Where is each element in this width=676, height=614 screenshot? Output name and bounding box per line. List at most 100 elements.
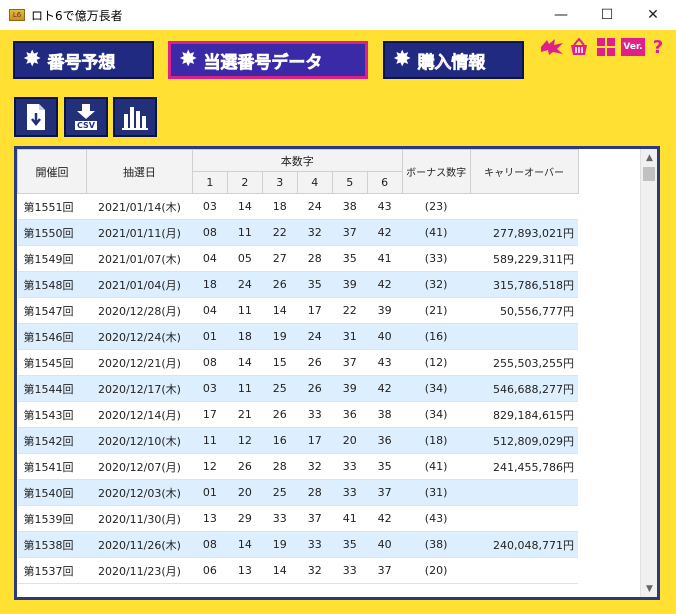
help-icon[interactable]: ? — [650, 36, 666, 58]
cell-number: 13 — [227, 557, 263, 584]
table-row[interactable]: 第1539回 2020/11/30(月) 13 29 33 37 41 42 (43) — [17, 505, 640, 532]
cell-number: 12 — [227, 427, 263, 454]
table-row[interactable]: 第1547回 2020/12/28(月) 04 11 14 17 22 39 (21) 50,55… — [17, 297, 640, 324]
cell-filler — [578, 323, 640, 350]
cell-number: 03 — [192, 375, 228, 402]
version-button[interactable]: Ver. — [621, 38, 645, 56]
cell-number: 14 — [227, 531, 263, 558]
table-row[interactable]: 第1546回 2020/12/24(木) 01 18 19 24 31 40 (16) — [17, 323, 640, 350]
cell-bonus: (41) — [402, 219, 471, 246]
cell-number: 25 — [262, 479, 298, 506]
cell-draw: 第1538回 — [17, 531, 87, 558]
table-row[interactable]: 第1551回 2021/01/14(木) 03 14 18 24 38 43 (23) — [17, 193, 640, 220]
header-number-2[interactable]: 2 — [226, 171, 263, 194]
cell-number: 17 — [297, 297, 333, 324]
grid-menu-icon[interactable] — [595, 36, 617, 58]
cell-number: 35 — [332, 531, 368, 558]
cell-date: 2020/11/26(木) — [86, 531, 193, 558]
csv-label: CSV — [75, 121, 97, 130]
cell-number: 29 — [227, 505, 263, 532]
cell-number: 31 — [332, 323, 368, 350]
cell-filler — [578, 427, 640, 454]
cell-number: 39 — [367, 297, 403, 324]
table-row[interactable]: 第1544回 2020/12/17(木) 03 11 25 26 39 42 (34) 546,6… — [17, 375, 640, 402]
cell-date: 2020/12/14(月) — [86, 401, 193, 428]
cell-draw: 第1548回 — [17, 271, 87, 298]
cell-carryover: 829,184,615円 — [470, 401, 579, 428]
export-file-button[interactable] — [14, 97, 58, 137]
bar-chart-icon — [122, 107, 148, 130]
maximize-button[interactable]: ☐ — [584, 0, 630, 30]
splash-icon[interactable] — [538, 36, 566, 58]
winning-data-panel: 開催回 抽選日 本数字 ボーナス数字 キャリーオーバー 1 2 3 4 5 6 … — [14, 146, 660, 600]
header-number-3[interactable]: 3 — [261, 171, 298, 194]
scroll-down-icon[interactable]: ▼ — [641, 580, 657, 597]
cell-bonus: (34) — [402, 375, 471, 402]
table-row[interactable]: 第1550回 2021/01/11(月) 08 11 22 32 37 42 (41) 277,8… — [17, 219, 640, 246]
cell-number: 33 — [297, 401, 333, 428]
cell-date: 2020/12/07(月) — [86, 453, 193, 480]
table-row[interactable]: 第1549回 2021/01/07(木) 04 05 27 28 35 41 (33) 589,2… — [17, 245, 640, 272]
table-row[interactable]: 第1548回 2021/01/04(月) 18 24 26 35 39 42 (32) 315,7… — [17, 271, 640, 298]
table-row[interactable]: 第1537回 2020/11/23(月) 06 13 14 32 33 37 (20) — [17, 557, 640, 584]
cell-number: 05 — [227, 245, 263, 272]
cell-draw: 第1549回 — [17, 245, 87, 272]
cell-number: 21 — [227, 401, 263, 428]
cell-number: 33 — [332, 453, 368, 480]
cell-number: 35 — [367, 453, 403, 480]
header-date[interactable]: 抽選日 — [85, 149, 193, 194]
cell-number: 24 — [297, 193, 333, 220]
cell-filler — [578, 375, 640, 402]
cell-number: 42 — [367, 505, 403, 532]
cell-filler — [578, 245, 640, 272]
winning-data-table: 開催回 抽選日 本数字 ボーナス数字 キャリーオーバー 1 2 3 4 5 6 … — [17, 149, 640, 584]
cell-number: 18 — [262, 193, 298, 220]
cell-number: 18 — [192, 271, 228, 298]
cell-number: 37 — [367, 557, 403, 584]
cell-bonus: (20) — [402, 557, 471, 584]
header-bonus[interactable]: ボーナス数字 — [401, 149, 471, 194]
close-button[interactable]: ✕ — [630, 0, 676, 30]
header-number-4[interactable]: 4 — [296, 171, 333, 194]
cell-carryover: 241,455,786円 — [470, 453, 579, 480]
cell-number: 08 — [192, 219, 228, 246]
header-draw[interactable]: 開催回 — [17, 149, 87, 194]
vertical-scrollbar[interactable]: ▲ ▼ — [640, 149, 657, 597]
scroll-thumb[interactable] — [643, 167, 655, 181]
header-number-5[interactable]: 5 — [331, 171, 368, 194]
table-row[interactable]: 第1538回 2020/11/26(木) 08 14 19 33 35 40 (38) 240,0… — [17, 531, 640, 558]
cell-number: 26 — [297, 375, 333, 402]
cell-date: 2021/01/04(月) — [86, 271, 193, 298]
minimize-button[interactable]: — — [538, 0, 584, 30]
cell-number: 41 — [367, 245, 403, 272]
cell-number: 38 — [367, 401, 403, 428]
cell-filler — [578, 453, 640, 480]
cell-filler — [578, 505, 640, 532]
window-title: ロト6で億万長者 — [31, 8, 123, 23]
cell-number: 38 — [332, 193, 368, 220]
basket-icon[interactable] — [566, 36, 592, 58]
cell-draw: 第1537回 — [17, 557, 87, 584]
nav-purchase-info-button[interactable]: ✸ 購入情報 — [383, 41, 524, 79]
header-main-numbers[interactable]: 本数字 — [191, 149, 403, 172]
header-number-6[interactable]: 6 — [366, 171, 403, 194]
header-number-1[interactable]: 1 — [191, 171, 228, 194]
table-row[interactable]: 第1542回 2020/12/10(木) 11 12 16 17 20 36 (18) 512,8… — [17, 427, 640, 454]
table-row[interactable]: 第1540回 2020/12/03(木) 01 20 25 28 33 37 (31) — [17, 479, 640, 506]
scroll-up-icon[interactable]: ▲ — [641, 149, 657, 166]
table-row[interactable]: 第1543回 2020/12/14(月) 17 21 26 33 36 38 (34) 829,1… — [17, 401, 640, 428]
nav-winning-data-button[interactable]: ✸ 当選番号データ — [168, 41, 368, 79]
nav-prediction-button[interactable]: ✸ 番号予想 — [13, 41, 154, 79]
table-row[interactable]: 第1541回 2020/12/07(月) 12 26 28 32 33 35 (41) 241,4… — [17, 453, 640, 480]
cell-number: 35 — [297, 271, 333, 298]
cell-number: 28 — [297, 245, 333, 272]
cell-number: 17 — [297, 427, 333, 454]
cell-bonus: (16) — [402, 323, 471, 350]
cell-number: 33 — [332, 479, 368, 506]
cell-number: 16 — [262, 427, 298, 454]
statistics-chart-button[interactable] — [113, 97, 157, 137]
csv-download-button[interactable]: CSV — [64, 97, 108, 137]
table-row[interactable]: 第1545回 2020/12/21(月) 08 14 15 26 37 43 (12) 255,5… — [17, 349, 640, 376]
header-carryover[interactable]: キャリーオーバー — [469, 149, 579, 194]
cell-filler — [578, 531, 640, 558]
